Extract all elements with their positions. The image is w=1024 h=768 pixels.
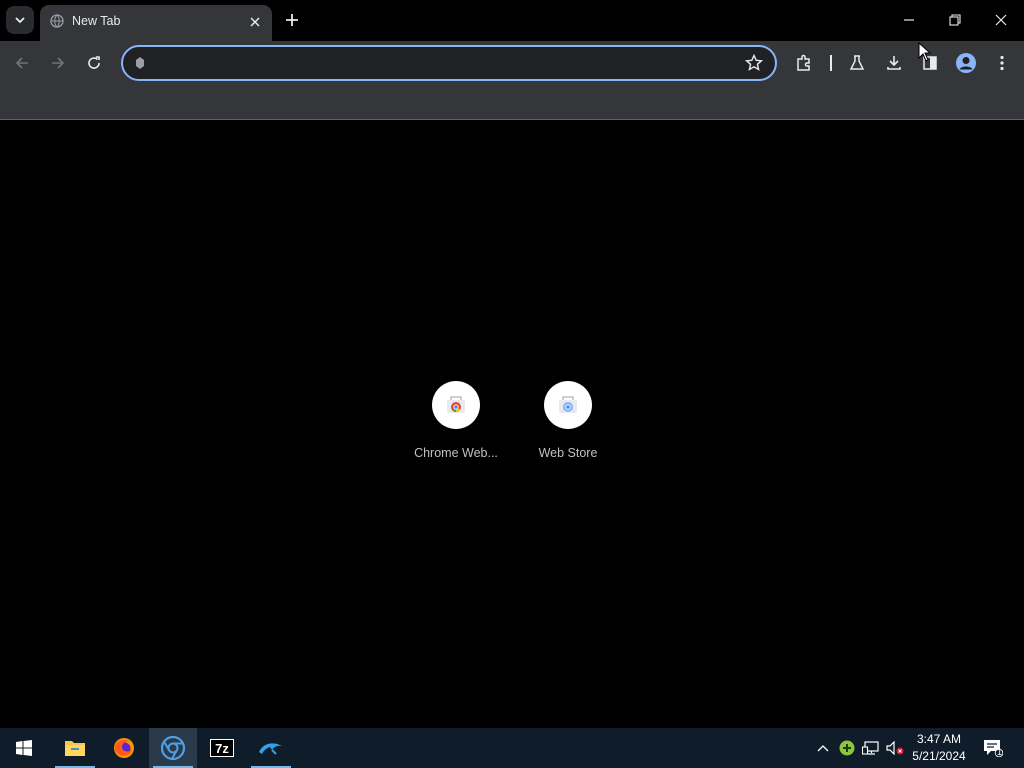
minimize-button[interactable] [886, 0, 932, 40]
arrow-left-icon [15, 57, 28, 69]
tab-title: New Tab [72, 14, 121, 28]
network-icon [862, 741, 879, 755]
restore-button[interactable] [932, 0, 978, 40]
profile-button[interactable] [952, 49, 980, 77]
forward-button[interactable] [44, 49, 72, 77]
reload-icon [88, 56, 100, 69]
shortcut-web-store[interactable]: Web Store [512, 381, 624, 471]
clock-time: 3:47 AM [916, 732, 962, 746]
notification-center-button[interactable]: 1 [978, 728, 1008, 768]
new-tab-page: Chrome Web... Web Store [0, 121, 1024, 729]
tab-strip: New Tab [0, 0, 1024, 41]
google-lens-icon [133, 56, 147, 75]
windows-icon [16, 740, 32, 756]
chrome-icon [161, 736, 185, 760]
arrow-right-icon [52, 57, 65, 69]
menu-button[interactable] [988, 49, 1016, 77]
taskbar-clock[interactable]: 3:47 AM 5/21/2024 [906, 731, 972, 765]
mouse-cursor-icon [918, 41, 932, 67]
extensions-button[interactable] [790, 49, 818, 77]
svg-text:7z: 7z [215, 741, 229, 756]
dolphin-icon [259, 743, 282, 755]
toolbar [0, 41, 1024, 85]
tab-search-button[interactable] [6, 6, 34, 34]
volume-muted-icon [886, 741, 904, 755]
shortcut-chrome-web-store[interactable]: Chrome Web... [400, 381, 512, 471]
new-tab-button[interactable] [280, 8, 304, 32]
close-window-button[interactable] [978, 0, 1024, 40]
address-input[interactable] [153, 53, 733, 73]
volume-button[interactable] [885, 728, 905, 768]
start-button[interactable] [0, 728, 48, 768]
kebab-menu-icon [1000, 55, 1004, 71]
flask-icon [849, 55, 865, 70]
avatar-icon [956, 53, 976, 73]
chrome-web-store-icon [447, 396, 465, 413]
taskbar-7zip[interactable]: 7z [198, 728, 246, 768]
chevron-up-icon [817, 745, 829, 752]
minimize-icon [904, 19, 914, 21]
labs-button[interactable] [843, 49, 871, 77]
download-icon [887, 56, 901, 70]
web-store-icon [559, 396, 577, 413]
chevron-down-icon [15, 17, 25, 24]
tray-app-icon[interactable] [838, 728, 856, 768]
tab-new-tab[interactable]: New Tab [40, 5, 272, 41]
taskbar-chrome[interactable] [149, 728, 197, 768]
toolbar-separator [830, 55, 832, 71]
folder-icon [65, 741, 85, 756]
restore-icon [949, 14, 961, 26]
show-hidden-icons-button[interactable] [814, 728, 832, 768]
plus-icon [286, 14, 298, 26]
notification-count: 1 [997, 747, 1003, 757]
globe-icon [50, 14, 64, 33]
bookmarks-bar [0, 85, 1024, 120]
clock-date: 5/21/2024 [912, 749, 966, 763]
puzzle-icon [797, 54, 810, 71]
network-button[interactable] [861, 728, 881, 768]
taskbar-firefox[interactable] [100, 728, 148, 768]
address-bar[interactable] [121, 45, 777, 81]
shortcut-tile [432, 381, 480, 429]
shortcut-label: Chrome Web... [414, 446, 498, 460]
taskbar-file-explorer[interactable] [51, 728, 99, 768]
plus-shield-icon [839, 740, 855, 756]
7zip-icon: 7z [210, 739, 234, 757]
close-icon [995, 14, 1007, 26]
firefox-icon [114, 738, 134, 758]
downloads-button[interactable] [880, 49, 908, 77]
shortcut-tile [544, 381, 592, 429]
shortcut-label: Web Store [538, 446, 598, 460]
close-tab-icon[interactable] [246, 13, 264, 31]
back-button[interactable] [8, 49, 36, 77]
taskbar: 7z 3:47 AM 5/21/2024 1 [0, 728, 1024, 768]
bookmark-star-icon[interactable] [744, 53, 764, 77]
reload-button[interactable] [80, 49, 108, 77]
taskbar-dolphin[interactable] [247, 728, 295, 768]
